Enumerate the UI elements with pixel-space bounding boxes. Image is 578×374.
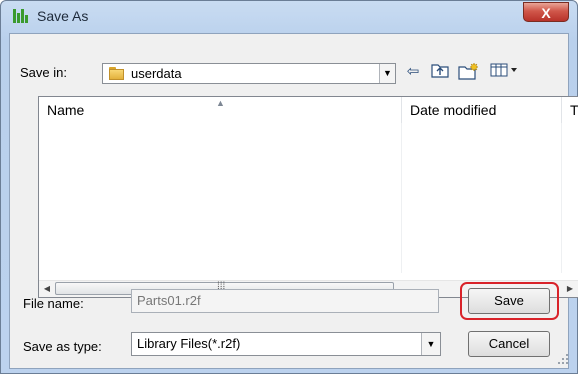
save-button-highlight xyxy=(460,282,559,320)
title-bar[interactable]: Save As X xyxy=(1,1,577,31)
column-header-type[interactable]: Ty xyxy=(562,97,578,123)
close-button[interactable]: X xyxy=(523,2,569,22)
scroll-right-icon[interactable]: ▶ xyxy=(564,283,576,295)
save-as-type-value: Library Files(*.r2f) xyxy=(137,336,241,351)
back-icon[interactable]: ⇦ xyxy=(403,62,423,82)
up-folder-icon[interactable] xyxy=(430,62,450,82)
save-in-value: userdata xyxy=(131,66,182,81)
save-as-dialog: Save As X Save in: userdata ▼ ⇦ Name ▲ D… xyxy=(0,0,578,374)
column-line xyxy=(561,123,562,273)
window-title: Save As xyxy=(37,8,89,24)
file-name-input[interactable]: Parts01.r2f xyxy=(131,289,439,313)
save-in-dropdown[interactable]: userdata ▼ xyxy=(102,63,396,84)
save-as-type-label: Save as type: xyxy=(23,339,102,354)
view-menu-icon[interactable] xyxy=(490,62,520,82)
chevron-down-icon[interactable]: ▼ xyxy=(379,64,395,83)
app-icon xyxy=(13,9,29,23)
sort-ascending-icon: ▲ xyxy=(216,98,225,108)
file-list[interactable]: Name ▲ Date modified Ty ◀ ⁞⁞⁞ ▶ xyxy=(38,96,578,298)
file-name-label: File name: xyxy=(23,296,84,311)
new-folder-icon[interactable] xyxy=(458,62,480,82)
folder-icon xyxy=(109,67,124,80)
save-in-label: Save in: xyxy=(20,65,67,80)
cancel-button[interactable]: Cancel xyxy=(468,331,550,357)
scroll-left-icon[interactable]: ◀ xyxy=(41,283,53,295)
column-line xyxy=(401,123,402,273)
column-header-date-modified[interactable]: Date modified xyxy=(402,97,561,123)
resize-grip-icon[interactable] xyxy=(558,354,568,364)
chevron-down-icon[interactable]: ▼ xyxy=(421,333,440,355)
save-as-type-dropdown[interactable]: Library Files(*.r2f) ▼ xyxy=(131,332,441,356)
